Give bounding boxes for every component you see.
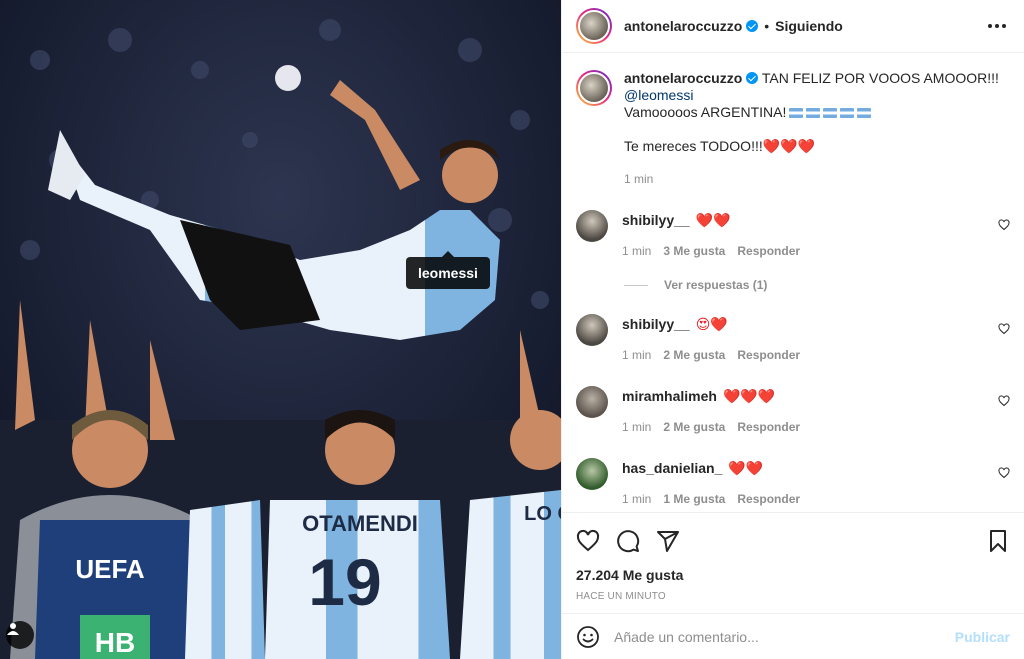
header-username[interactable]: antonelaroccuzzo bbox=[624, 18, 742, 34]
reply-button[interactable]: Responder bbox=[737, 347, 800, 364]
comment-username[interactable]: shibilyy__ bbox=[622, 316, 690, 332]
post-actions: 27.204 Me gusta HACE UN MINUTO bbox=[562, 512, 1024, 602]
comment-text: ❤️❤️ bbox=[695, 212, 731, 228]
heart-icon[interactable] bbox=[998, 218, 1010, 234]
comment-item: shibilyy__ ❤️❤️ 1 min 3 Me gusta Responde… bbox=[576, 210, 1010, 260]
comment-time: 1 min bbox=[622, 348, 652, 362]
caption-line-1: TAN FELIZ POR VOOOS AMOOOR!!! bbox=[761, 70, 999, 86]
following-button[interactable]: Siguiendo bbox=[775, 18, 843, 34]
post-modal: OTAMENDI 19 LO C UEFA HB leomessi antone… bbox=[0, 0, 1024, 659]
heart-icon[interactable] bbox=[998, 394, 1010, 410]
comment-item: shibilyy__ 😍❤️ 1 min 2 Me gusta Responder bbox=[576, 314, 1010, 364]
argentina-flag-icon bbox=[789, 108, 804, 118]
emoji-icon[interactable] bbox=[576, 625, 600, 649]
caption: antonelaroccuzzo TAN FELIZ POR VOOOS AMO… bbox=[576, 70, 1010, 188]
comment-composer: Publicar bbox=[562, 613, 1024, 659]
view-replies-button[interactable]: Ver respuestas (1) bbox=[624, 278, 1010, 292]
heart-icon[interactable] bbox=[998, 466, 1010, 482]
comment-item: has_danielian_ ❤️❤️ 1 min 1 Me gusta Resp… bbox=[576, 458, 1010, 508]
post-side-panel: antonelaroccuzzo • Siguiendo antonelaroc… bbox=[561, 0, 1024, 659]
posted-time[interactable]: HACE UN MINUTO bbox=[576, 591, 1010, 602]
argentina-flag-icon bbox=[806, 108, 821, 118]
comment-time: 1 min bbox=[622, 492, 652, 506]
caption-time: 1 min bbox=[624, 172, 654, 186]
jersey-number: 19 bbox=[308, 545, 381, 619]
verified-icon bbox=[746, 20, 759, 32]
separator-dot: • bbox=[764, 18, 770, 34]
comment-text: 😍❤️ bbox=[695, 316, 728, 332]
caption-hearts: ❤️❤️❤️ bbox=[762, 138, 816, 154]
comment-text: ❤️❤️ bbox=[728, 460, 764, 476]
comment-time: 1 min bbox=[622, 420, 652, 434]
avatar[interactable] bbox=[576, 458, 608, 490]
comment-likes[interactable]: 3 Me gusta bbox=[663, 243, 725, 260]
reply-button[interactable]: Responder bbox=[737, 243, 800, 260]
comment-likes[interactable]: 1 Me gusta bbox=[663, 491, 725, 508]
avatar[interactable] bbox=[576, 386, 608, 418]
avatar[interactable] bbox=[576, 210, 608, 242]
comment-item: miramhalimeh ❤️❤️❤️ 1 min 2 Me gusta Resp… bbox=[576, 386, 1010, 436]
more-icon[interactable] bbox=[984, 20, 1010, 32]
jersey-name-right: LO C bbox=[524, 503, 561, 525]
comment-time: 1 min bbox=[622, 244, 652, 258]
reply-button[interactable]: Responder bbox=[737, 419, 800, 436]
comment-username[interactable]: has_danielian_ bbox=[622, 460, 722, 476]
argentina-flag-icon bbox=[823, 108, 838, 118]
argentina-flag-icon bbox=[857, 108, 872, 118]
view-replies-label: Ver respuestas (1) bbox=[664, 278, 768, 292]
avatar[interactable] bbox=[576, 70, 612, 106]
share-icon[interactable] bbox=[656, 529, 680, 553]
publish-button[interactable]: Publicar bbox=[955, 629, 1010, 645]
caption-mention[interactable]: @leomessi bbox=[624, 87, 693, 103]
photo-scene: OTAMENDI 19 LO C UEFA HB bbox=[0, 0, 561, 659]
likes-count[interactable]: 27.204 Me gusta bbox=[576, 567, 1010, 583]
comment-username[interactable]: miramhalimeh bbox=[622, 388, 717, 404]
user-tag-icon[interactable] bbox=[6, 621, 34, 649]
bookmark-icon[interactable] bbox=[986, 529, 1010, 553]
comments-list[interactable]: antonelaroccuzzo TAN FELIZ POR VOOOS AMO… bbox=[562, 54, 1024, 512]
comment-likes[interactable]: 2 Me gusta bbox=[663, 347, 725, 364]
comment-text: ❤️❤️❤️ bbox=[722, 388, 776, 404]
comment-input[interactable] bbox=[614, 628, 955, 645]
comment-likes[interactable]: 2 Me gusta bbox=[663, 419, 725, 436]
bib-code: HB bbox=[95, 627, 135, 658]
caption-username[interactable]: antonelaroccuzzo bbox=[624, 70, 742, 86]
heart-icon[interactable] bbox=[576, 529, 600, 553]
comment-icon[interactable] bbox=[616, 529, 640, 553]
bib-text: UEFA bbox=[75, 554, 145, 584]
reply-button[interactable]: Responder bbox=[737, 491, 800, 508]
avatar[interactable] bbox=[576, 314, 608, 346]
verified-icon bbox=[746, 72, 759, 84]
user-tag-label[interactable]: leomessi bbox=[406, 251, 490, 289]
caption-line-3: Vamooooos ARGENTINA! bbox=[624, 104, 787, 120]
user-tag-text: leomessi bbox=[418, 265, 478, 281]
comment-username[interactable]: shibilyy__ bbox=[622, 212, 690, 228]
post-photo[interactable]: OTAMENDI 19 LO C UEFA HB leomessi bbox=[0, 0, 561, 659]
jersey-name: OTAMENDI bbox=[302, 511, 418, 536]
post-header: antonelaroccuzzo • Siguiendo bbox=[562, 0, 1024, 53]
caption-line-4: Te mereces TODOO!!! bbox=[624, 138, 763, 154]
heart-icon[interactable] bbox=[998, 322, 1010, 338]
avatar[interactable] bbox=[576, 8, 612, 44]
argentina-flag-icon bbox=[840, 108, 855, 118]
